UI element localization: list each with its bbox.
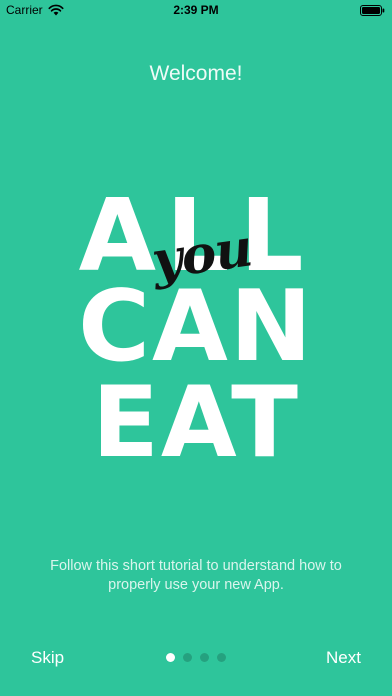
tutorial-description: Follow this short tutorial to understand… [50,558,342,593]
page-dot-1[interactable] [166,653,175,662]
status-bar: Carrier 2:39 PM [0,0,392,22]
page-dot-2[interactable] [183,653,192,662]
page-dot-4[interactable] [217,653,226,662]
logo-word-eat: EAT [91,366,301,480]
battery-icon [360,5,385,16]
next-button[interactable]: Next [326,648,361,668]
welcome-title: Welcome! [149,62,243,85]
skip-button[interactable]: Skip [31,648,64,668]
page-dot-3[interactable] [200,653,209,662]
all-you-can-eat-logo: ALL CAN EAT you [60,178,332,480]
status-time: 2:39 PM [173,3,219,17]
logo-word-can: CAN [78,270,314,384]
page-indicator[interactable] [166,653,226,662]
